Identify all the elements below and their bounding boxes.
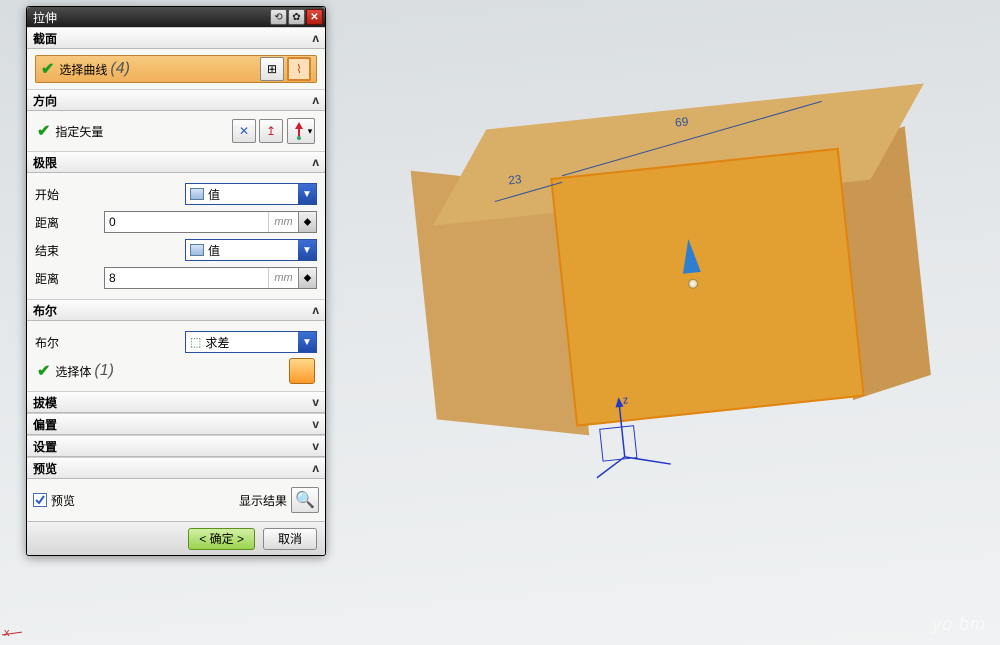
watermark: yo bm — [932, 614, 986, 635]
coordinate-axes: z — [589, 392, 677, 485]
distance1-input[interactable]: mm ⬥ — [104, 211, 317, 233]
boolean-dropdown[interactable]: ⬚ 求差 ▼ — [185, 331, 317, 353]
solid-preview: 69 23 z — [415, 85, 945, 446]
start-dropdown[interactable]: 值 ▼ — [185, 183, 317, 205]
curve-icon: ⌇ — [296, 62, 302, 76]
origin-x-axis: x — [4, 627, 10, 639]
section-header-limits[interactable]: 极限 ʌ — [27, 151, 325, 173]
distance1-label: 距离 — [35, 214, 104, 231]
subtract-icon: ⬚ — [190, 335, 201, 349]
close-icon: ✕ — [310, 12, 318, 23]
curve-rule-button[interactable]: ⌇ — [287, 57, 311, 81]
dialog-title: 拉伸 — [29, 9, 269, 26]
distance2-input[interactable]: mm ⬥ — [104, 267, 317, 289]
section-header-preview[interactable]: 预览 ʌ — [27, 457, 325, 479]
section-header-direction[interactable]: 方向 ʌ — [27, 89, 325, 111]
chevron-up-icon: ʌ — [312, 461, 319, 475]
chevron-down-icon: v — [312, 439, 319, 453]
vector-axis-button[interactable]: ↥ — [259, 119, 283, 143]
spin-button[interactable]: ⬥ — [298, 268, 316, 288]
section-header-settings[interactable]: 设置 v — [27, 435, 325, 457]
titlebar[interactable]: 拉伸 ⟲ ✿ ✕ — [27, 7, 325, 27]
swap-icon: ✕ — [239, 124, 249, 138]
spin-button[interactable]: ⬥ — [298, 212, 316, 232]
settings-button[interactable]: ✿ — [288, 9, 305, 25]
distance2-label: 距离 — [35, 270, 104, 287]
section-header-draft[interactable]: 拔模 v — [27, 391, 325, 413]
section-header-section[interactable]: 截面 ʌ — [27, 27, 325, 49]
select-curve-row[interactable]: ✔ 选择曲线 (4) ⊞ ⌇ — [35, 55, 317, 83]
gear-icon: ✿ — [292, 12, 300, 23]
preview-checkbox[interactable] — [33, 493, 47, 507]
reverse-vector-button[interactable]: ✕ — [232, 119, 256, 143]
close-button[interactable]: ✕ — [306, 9, 323, 25]
section-header-offset[interactable]: 偏置 v — [27, 413, 325, 435]
start-label: 开始 — [35, 186, 185, 203]
chevron-up-icon: ʌ — [312, 31, 319, 45]
cube-icon — [190, 188, 204, 200]
dimension-23: 23 — [507, 172, 522, 187]
extrude-dialog: 拉伸 ⟲ ✿ ✕ 截面 ʌ ✔ 选择曲线 (4) ⊞ ⌇ 方向 ʌ — [26, 6, 326, 556]
boolean-label: 布尔 — [35, 334, 185, 351]
show-result-label: 显示结果 — [239, 492, 287, 509]
select-body-row[interactable]: ✔ 选择体 (1) — [35, 357, 317, 385]
show-result-button[interactable]: 🔍 — [291, 487, 319, 513]
direction-arrow-icon[interactable] — [679, 238, 700, 274]
dimension-69: 69 — [674, 114, 689, 129]
chevron-up-icon: ʌ — [312, 93, 319, 107]
chevron-down-icon: v — [312, 417, 319, 431]
magnifier-icon: 🔍 — [295, 490, 315, 510]
end-dropdown[interactable]: 值 ▼ — [185, 239, 317, 261]
end-label: 结束 — [35, 242, 185, 259]
check-icon: ✔ — [41, 59, 54, 79]
preview-label: 预览 — [51, 492, 75, 509]
grid-icon: ⊞ — [267, 62, 277, 76]
chevron-down-icon: ▼ — [298, 332, 316, 352]
chevron-up-icon: ʌ — [312, 155, 319, 169]
section-header-boolean[interactable]: 布尔 ʌ — [27, 299, 325, 321]
check-icon: ✔ — [37, 121, 50, 141]
chevron-down-icon: ▼ — [298, 184, 316, 204]
chevron-up-icon: ʌ — [312, 303, 319, 317]
viewport-3d[interactable]: 69 23 z ▼ 结束 ⬥ — [330, 0, 1000, 645]
chevron-down-icon: v — [312, 395, 319, 409]
specify-vector-row[interactable]: ✔ 指定矢量 ✕ ↥ ▾ — [35, 117, 317, 145]
ok-button[interactable]: < 确定 > — [188, 528, 255, 550]
solid-body-icon[interactable] — [289, 358, 315, 384]
undo-button[interactable]: ⟲ — [270, 9, 287, 25]
cancel-button[interactable]: 取消 — [263, 528, 317, 550]
check-icon: ✔ — [37, 361, 50, 381]
sketch-button[interactable]: ⊞ — [260, 57, 284, 81]
dialog-footer: < 确定 > 取消 — [27, 521, 325, 555]
vector-constructor-button[interactable]: ▾ — [287, 118, 315, 144]
cube-icon — [190, 244, 204, 256]
axis-icon: ↥ — [266, 124, 276, 138]
chevron-down-icon: ▼ — [298, 240, 316, 260]
